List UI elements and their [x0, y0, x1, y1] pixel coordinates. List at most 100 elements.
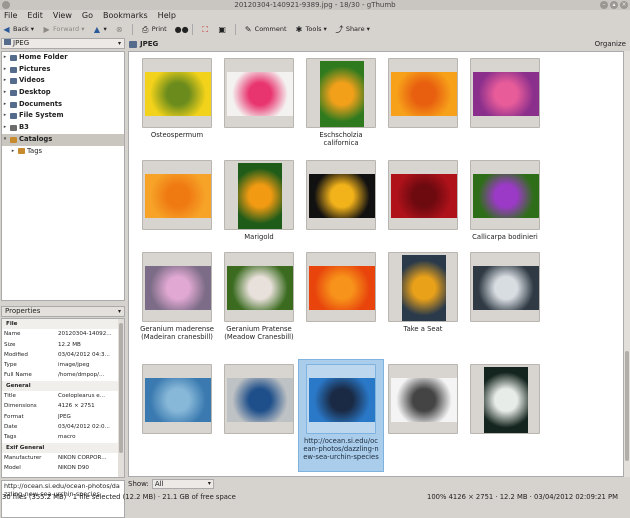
thumbnail-frame: [470, 58, 540, 128]
window-menu-icon[interactable]: [2, 1, 10, 9]
thumbnail-frame: [388, 160, 458, 230]
tree-item-label: File System: [19, 111, 64, 120]
show-label: Show:: [128, 480, 149, 488]
properties-scrollbar[interactable]: [118, 319, 124, 477]
tree-item-desktop[interactable]: ▸ Desktop: [2, 87, 124, 99]
tree-item-catalogs[interactable]: ▾ Catalogs: [2, 133, 124, 146]
expander-icon[interactable]: ▸: [2, 64, 8, 76]
thumbnail-image: [484, 367, 528, 433]
menu-edit[interactable]: Edit: [27, 10, 43, 22]
chevron-down-icon: ▾: [30, 25, 35, 33]
slideshow-icon: ▣: [218, 24, 226, 34]
property-key: Manufacturer: [4, 454, 42, 461]
print-button[interactable]: ⎙ Print: [141, 25, 167, 34]
property-key: Format: [4, 413, 24, 420]
stop-button[interactable]: ⊗: [115, 25, 124, 34]
expander-icon[interactable]: ▸: [2, 87, 8, 99]
thumbnail-grid[interactable]: Osteospermum Eschscholzia californica Mari…: [128, 51, 624, 477]
expander-icon[interactable]: ▸: [10, 146, 16, 158]
tree-item-b3[interactable]: ▸ B3: [2, 122, 124, 134]
property-row: Manufacturer NIKON CORPOR...: [2, 453, 124, 463]
tree-item-videos[interactable]: ▸ Videos: [2, 75, 124, 87]
find-button[interactable]: ●●: [175, 25, 189, 34]
comment-button[interactable]: ✎ Comment: [244, 25, 287, 34]
up-button[interactable]: ▲ ▾: [92, 25, 107, 34]
property-key: Full Name: [4, 372, 32, 379]
properties-header[interactable]: Properties ▾: [1, 306, 125, 317]
chevron-down-icon: ▾: [81, 25, 85, 33]
expander-icon[interactable]: ▸: [2, 52, 8, 64]
menu-view[interactable]: View: [53, 10, 72, 22]
wrench-icon: ✱: [295, 24, 303, 34]
toolbar: ◀ Back ▾ ▶ Forward ▾ ▲ ▾ ⊗ ⎙ Print ●● ⛶ ▣ ✎ Com…: [0, 22, 630, 36]
expander-icon[interactable]: ▸: [2, 75, 8, 87]
folder-name: JPEG: [140, 40, 159, 48]
expander-icon[interactable]: ▸: [2, 122, 8, 134]
menu-help[interactable]: Help: [158, 10, 176, 22]
scrollbar-thumb[interactable]: [625, 351, 629, 461]
property-row: Name 20120304-14092...: [2, 329, 124, 339]
properties-panel: File Name 20120304-14092... Size 12.2 MB Modi…: [1, 318, 125, 478]
expander-icon[interactable]: ▸: [2, 99, 8, 111]
fullscreen-button[interactable]: ⛶: [201, 25, 210, 34]
tree-item-label: Catalogs: [19, 134, 53, 143]
thumbnail-frame: [224, 364, 294, 434]
thumbnail-image: [309, 174, 375, 218]
filter-bar: Show: All ▾: [128, 478, 630, 490]
tree-item-tags[interactable]: ▸ Tags: [2, 146, 124, 158]
expander-open-icon[interactable]: ▾: [2, 134, 8, 146]
thumbnail-caption: Geranium Pratense (Meadow Cranesbill): [224, 325, 294, 342]
property-key: Dimensions: [4, 403, 37, 410]
forward-button[interactable]: ▶ Forward ▾: [42, 25, 84, 34]
tree-item-documents[interactable]: ▸ Documents: [2, 99, 124, 111]
property-value: 03/04/2012 02:0...: [58, 423, 110, 430]
organize-button[interactable]: Organize: [595, 40, 626, 48]
property-row: Title Coeloplearus e...: [2, 391, 124, 401]
location-combo[interactable]: JPEG ▾: [1, 38, 125, 49]
menu-bookmarks[interactable]: Bookmarks: [103, 10, 148, 22]
tree-item-label: Home Folder: [19, 53, 68, 61]
property-key: Size: [4, 341, 16, 348]
thumbnail-image: [145, 378, 211, 422]
menu-file[interactable]: File: [4, 10, 17, 22]
thumbnail-frame: [306, 160, 376, 230]
tree-item-home-folder[interactable]: ▸ Home Folder: [2, 52, 124, 64]
back-button[interactable]: ◀ Back ▾: [2, 25, 34, 34]
show-filter-select[interactable]: All ▾: [151, 479, 214, 489]
property-key: Date: [4, 423, 18, 430]
folder-icon: [10, 101, 17, 108]
maximize-icon[interactable]: ▴: [610, 1, 618, 9]
tree-item-label: Tags: [27, 146, 43, 155]
thumbnail-image: [145, 72, 211, 116]
thumbnail-frame: [142, 252, 212, 322]
toolbar-separator: [191, 23, 193, 35]
slideshow-button[interactable]: ▣: [218, 25, 227, 34]
thumbnail-frame: [306, 58, 376, 128]
thumbnail-frame: [470, 364, 540, 434]
tools-button[interactable]: ✱ Tools ▾: [295, 25, 327, 34]
thumbnail-scrollbar[interactable]: [624, 51, 630, 477]
property-row: Tags macro: [2, 432, 124, 442]
tree-item-pictures[interactable]: ▸ Pictures: [2, 64, 124, 76]
scrollbar-thumb[interactable]: [119, 323, 123, 453]
browser-header: JPEG Organize: [128, 38, 630, 50]
property-key: Modified: [4, 351, 28, 358]
property-row: Modified 03/04/2012 04:3...: [2, 350, 124, 360]
folder-icon: [10, 66, 17, 73]
folder-tree[interactable]: ▸ Home Folder ▸ Pictures ▸ Videos ▸ Desktop ▸ Doc…: [1, 51, 125, 301]
close-icon[interactable]: ×: [620, 1, 628, 9]
thumbnail-image: [145, 266, 211, 310]
folder-icon: [4, 39, 11, 45]
menu-go[interactable]: Go: [82, 10, 93, 22]
minimize-icon[interactable]: –: [600, 1, 608, 9]
status-left: 30 files (355.2 MB) · 1 file selected (1…: [2, 493, 236, 501]
folder-icon: [10, 78, 17, 85]
tree-item-file-system[interactable]: ▸ File System: [2, 110, 124, 122]
tree-item-label: Pictures: [19, 64, 51, 73]
thumbnail-image: [145, 174, 211, 218]
status-bar: 30 files (355.2 MB) · 1 file selected (1…: [0, 491, 630, 504]
folder-icon: [18, 148, 25, 155]
share-button[interactable]: ⤴ Share ▾: [335, 25, 370, 34]
thumbnail-caption: http://ocean.si.edu/ocean-photos/dazzlin…: [303, 437, 379, 462]
expander-icon[interactable]: ▸: [2, 110, 8, 122]
